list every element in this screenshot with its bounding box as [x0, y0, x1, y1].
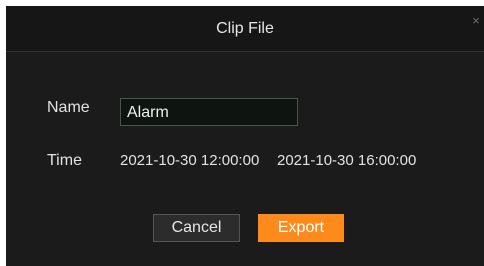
name-input[interactable] [120, 98, 298, 126]
cancel-button[interactable]: Cancel [153, 214, 240, 242]
clip-file-dialog: Clip File × Name Time 2021-10-30 12:00:0… [6, 6, 484, 266]
export-button[interactable]: Export [258, 214, 344, 242]
time-label: Time [47, 152, 82, 169]
dialog-titlebar: Clip File × [6, 6, 484, 52]
time-end-value: 2021-10-30 16:00:00 [277, 152, 417, 169]
time-start-value: 2021-10-30 12:00:00 [120, 152, 260, 169]
dialog-title: Clip File [216, 20, 274, 37]
name-label: Name [47, 99, 90, 116]
close-icon[interactable]: × [470, 14, 482, 28]
